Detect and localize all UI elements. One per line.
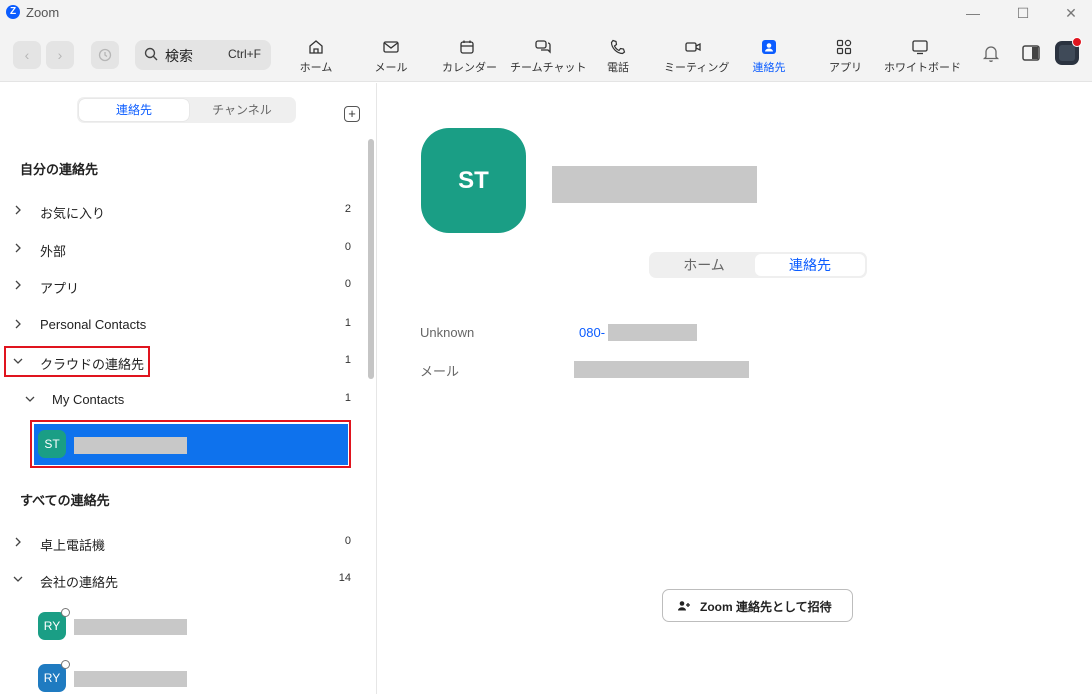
tab-contacts[interactable]: 連絡先 xyxy=(79,99,189,121)
group-company-contacts[interactable]: 会社の連絡先 14 xyxy=(0,566,365,596)
close-button[interactable]: ✕ xyxy=(1056,3,1086,23)
search-label: 検索 xyxy=(165,48,193,64)
chevron-down-icon xyxy=(13,576,23,582)
profile-status-badge xyxy=(1072,37,1082,47)
group-my-contacts[interactable]: My Contacts 1 xyxy=(0,386,365,416)
tool-meetings[interactable]: ミーティング xyxy=(664,38,729,78)
redacted-email xyxy=(574,361,749,378)
all-contacts-heading: すべての連絡先 xyxy=(20,493,110,508)
sidebar-tab-switcher: 連絡先 チャンネル xyxy=(77,97,296,123)
presence-status-icon xyxy=(61,608,70,617)
invite-as-zoom-contact-button[interactable]: Zoom 連絡先として招待 xyxy=(662,589,853,622)
search-icon xyxy=(144,47,158,61)
redacted-name xyxy=(74,619,187,635)
add-user-icon xyxy=(678,601,690,611)
notification-bell-icon[interactable] xyxy=(982,43,1000,63)
window-title: Zoom xyxy=(26,5,60,20)
chevron-right-icon xyxy=(15,280,21,290)
mail-icon xyxy=(383,41,399,53)
group-external[interactable]: 外部 0 xyxy=(0,235,365,265)
tool-apps[interactable]: アプリ xyxy=(829,38,862,78)
home-icon xyxy=(309,40,323,54)
chevron-right-icon xyxy=(15,205,21,215)
chevron-right-icon xyxy=(15,319,21,329)
email-label: メール xyxy=(420,364,460,379)
profile-avatar-inner xyxy=(1059,45,1075,61)
my-contacts-heading: 自分の連絡先 xyxy=(20,162,99,177)
title-bar: Z Zoom — ☐ ✕ xyxy=(0,0,1092,26)
profile-avatar[interactable] xyxy=(1055,37,1082,65)
tool-whiteboard[interactable]: ホワイトボード xyxy=(884,38,961,78)
tool-team-chat[interactable]: チームチャット xyxy=(510,38,587,78)
main-toolbar: ‹ › 検索 Ctrl+F ホーム メール カレンダー チームチャット 電話 ミ… xyxy=(0,26,1092,82)
calendar-icon xyxy=(460,40,474,54)
list-item[interactable]: RY xyxy=(0,660,365,694)
presence-status-icon xyxy=(61,660,70,669)
zoom-logo-icon: Z xyxy=(6,5,20,19)
contact-avatar: ST xyxy=(421,128,526,233)
cloud-contacts-highlight xyxy=(4,346,150,377)
chevron-right-icon xyxy=(15,243,21,253)
search-shortcut: Ctrl+F xyxy=(228,47,261,61)
group-personal-contacts[interactable]: Personal Contacts 1 xyxy=(0,311,365,341)
history-button[interactable] xyxy=(91,41,119,69)
phone-label: Unknown xyxy=(420,325,475,340)
chevron-right-icon xyxy=(15,537,21,547)
chevron-down-icon xyxy=(25,396,35,402)
sidebar-scrollbar[interactable] xyxy=(368,139,374,379)
tool-calendar[interactable]: カレンダー xyxy=(442,38,497,78)
whiteboard-icon xyxy=(912,40,928,55)
forward-button[interactable]: › xyxy=(46,41,74,69)
history-icon xyxy=(98,48,112,62)
tab-channels[interactable]: チャンネル xyxy=(187,99,297,121)
group-favorites[interactable]: お気に入り 2 xyxy=(0,197,365,227)
redacted-contact-name xyxy=(552,166,757,203)
selected-contact-highlight xyxy=(30,420,351,468)
group-apps[interactable]: アプリ 0 xyxy=(0,272,365,302)
avatar: RY xyxy=(38,664,66,692)
detail-tab-switcher: ホーム 連絡先 xyxy=(649,252,867,278)
video-icon xyxy=(685,42,701,52)
add-contact-button[interactable]: + xyxy=(344,106,360,122)
tool-contacts[interactable]: 連絡先 xyxy=(749,38,789,78)
chat-icon xyxy=(535,40,551,54)
tab-detail-home[interactable]: ホーム xyxy=(649,254,759,276)
search-input[interactable]: 検索 Ctrl+F xyxy=(135,40,271,70)
side-panel-icon[interactable] xyxy=(1021,43,1041,63)
maximize-button[interactable]: ☐ xyxy=(1008,3,1038,23)
tool-home[interactable]: ホーム xyxy=(297,38,335,78)
list-item[interactable]: RY xyxy=(0,608,365,642)
phone-value[interactable]: 080- xyxy=(579,325,605,340)
apps-icon xyxy=(836,39,852,55)
tool-mail[interactable]: メール xyxy=(372,38,410,78)
group-desk-phones[interactable]: 卓上電話機 0 xyxy=(0,529,365,559)
contacts-sidebar: 連絡先 チャンネル + 自分の連絡先 お気に入り 2 外部 0 アプリ 0 Pe… xyxy=(0,83,377,694)
phone-icon xyxy=(610,39,626,55)
redacted-name xyxy=(74,671,187,687)
minimize-button[interactable]: — xyxy=(958,3,988,23)
contacts-icon xyxy=(762,40,776,54)
redacted-phone xyxy=(608,324,697,341)
tool-phone[interactable]: 電話 xyxy=(604,38,632,78)
tab-detail-contacts[interactable]: 連絡先 xyxy=(755,254,865,276)
back-button[interactable]: ‹ xyxy=(13,41,41,69)
avatar: RY xyxy=(38,612,66,640)
